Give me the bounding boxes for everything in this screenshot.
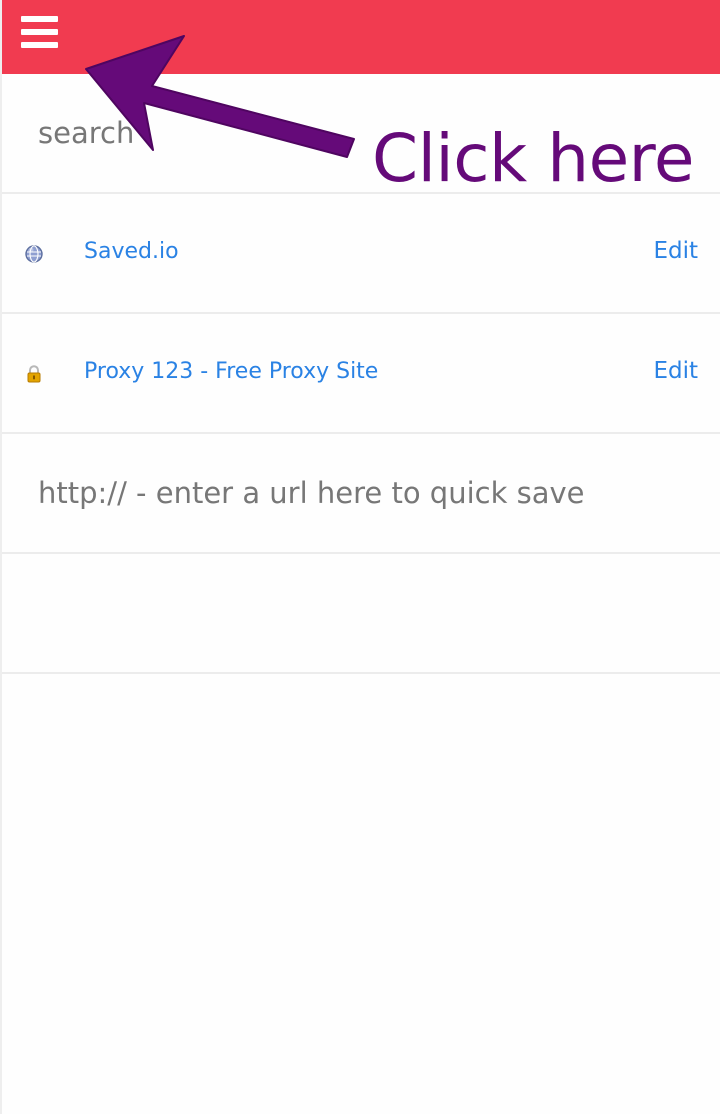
- annotation-label: Click here: [372, 120, 694, 197]
- globe-icon: [24, 244, 44, 264]
- quick-save-row: [2, 434, 720, 554]
- list-item: Saved.io Edit: [2, 194, 720, 314]
- quick-save-url-input[interactable]: [38, 434, 698, 552]
- menu-bar-line: [21, 42, 58, 48]
- bookmark-link[interactable]: Proxy 123 - Free Proxy Site: [84, 359, 378, 384]
- empty-list-row: [2, 554, 720, 674]
- top-bar: [2, 0, 720, 74]
- list-item: Proxy 123 - Free Proxy Site Edit: [2, 314, 720, 434]
- menu-bar-line: [21, 29, 58, 35]
- bookmark-link[interactable]: Saved.io: [84, 239, 179, 264]
- app-container: Saved.io Edit Proxy 123 - Free Proxy Sit…: [0, 0, 720, 1114]
- search-input[interactable]: [38, 74, 358, 192]
- edit-button[interactable]: Edit: [653, 358, 698, 384]
- lock-icon: [24, 364, 44, 384]
- edit-button[interactable]: Edit: [653, 238, 698, 264]
- hamburger-menu-icon[interactable]: [20, 14, 60, 52]
- menu-bar-line: [21, 16, 58, 22]
